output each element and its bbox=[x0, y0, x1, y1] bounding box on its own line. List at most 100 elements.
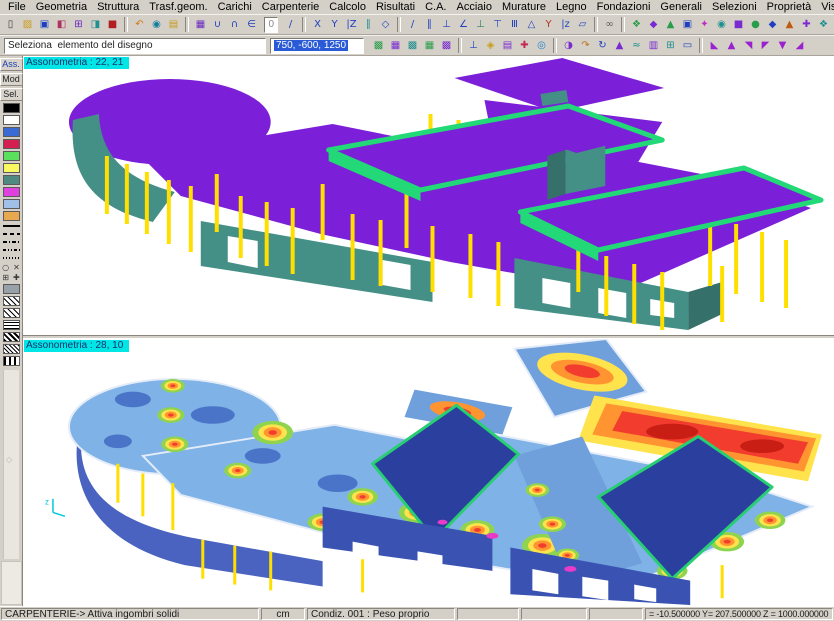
command-prompt-input[interactable] bbox=[4, 38, 266, 54]
shade-view-button[interactable]: ▦ bbox=[421, 38, 438, 54]
undo-button[interactable]: ↶ bbox=[131, 17, 148, 33]
menu-file[interactable]: File bbox=[3, 1, 31, 13]
clipboard-button[interactable]: ▤ bbox=[165, 17, 182, 33]
save-button[interactable]: ▣ bbox=[36, 17, 53, 33]
color-swatch-1[interactable] bbox=[3, 115, 20, 125]
menu-carichi[interactable]: Carichi bbox=[213, 1, 257, 13]
link-button[interactable]: ∞ bbox=[601, 17, 618, 33]
load-tool-icon-3[interactable]: ◥ bbox=[740, 38, 757, 54]
menu-visualizza[interactable]: Visualizza bbox=[816, 1, 834, 13]
menu-generali[interactable]: Generali bbox=[655, 1, 707, 13]
mesh-sphere-button[interactable]: ◉ bbox=[713, 17, 730, 33]
pattern-swatch-horiz[interactable] bbox=[3, 320, 20, 330]
menu-carpenterie[interactable]: Carpenterie bbox=[257, 1, 324, 13]
solid-view-button[interactable]: ▩ bbox=[370, 38, 387, 54]
load-tool-icon-2[interactable]: ▲ bbox=[723, 38, 740, 54]
snap-multiple-button[interactable]: Ⅲ bbox=[506, 17, 523, 33]
color-swatch-4[interactable] bbox=[3, 151, 20, 161]
solid-model-canvas[interactable] bbox=[23, 56, 834, 335]
sidebar-scroll-track[interactable]: ◇ bbox=[3, 370, 19, 559]
color-swatch-7[interactable] bbox=[3, 187, 20, 197]
pattern-swatch-cross[interactable] bbox=[3, 308, 20, 318]
line-style-dash[interactable] bbox=[3, 233, 20, 235]
pattern-swatch-solid[interactable] bbox=[3, 284, 20, 294]
snap-angle-button[interactable]: ∠ bbox=[455, 17, 472, 33]
coord-y-button[interactable]: Y bbox=[326, 17, 343, 33]
mesh-plus-button[interactable]: ✚ bbox=[798, 17, 815, 33]
member-button[interactable]: ∈ bbox=[243, 17, 260, 33]
mesh-point-button[interactable]: ● bbox=[747, 17, 764, 33]
mesh-diamond-button[interactable]: ◆ bbox=[764, 17, 781, 33]
menu-legno[interactable]: Legno bbox=[551, 1, 592, 13]
pattern-swatch-diamond[interactable] bbox=[3, 344, 20, 354]
pattern-swatch-zigzag[interactable] bbox=[3, 356, 20, 366]
rotate-redo-button[interactable]: ↷ bbox=[577, 38, 594, 54]
load-tool-icon-5[interactable]: ▼ bbox=[774, 38, 791, 54]
intersection-button[interactable]: ∩ bbox=[226, 17, 243, 33]
sidebar-tab-mod[interactable]: Mod bbox=[0, 73, 23, 86]
wire-view-button[interactable]: ▦ bbox=[387, 38, 404, 54]
load-tool-icon-6[interactable]: ◢ bbox=[791, 38, 808, 54]
open-folder-button[interactable]: ▨ bbox=[19, 17, 36, 33]
color-swatch-9[interactable] bbox=[3, 211, 20, 221]
render-view-button[interactable]: ◨ bbox=[87, 17, 104, 33]
texture-view-button[interactable]: ▩ bbox=[438, 38, 455, 54]
mesh-grid-button[interactable]: ▣ bbox=[679, 17, 696, 33]
grid-button[interactable]: ⊞ bbox=[662, 38, 679, 54]
mesh-tri-button[interactable]: ▲ bbox=[781, 17, 798, 33]
new-file-button[interactable]: ▯ bbox=[2, 17, 19, 33]
load-tool-icon-1[interactable]: ◣ bbox=[706, 38, 723, 54]
menu-geometria[interactable]: Geometria bbox=[31, 1, 92, 13]
color-swatch-3[interactable] bbox=[3, 139, 20, 149]
polygon-button[interactable]: ◇ bbox=[377, 17, 394, 33]
snap-delta-button[interactable]: △ bbox=[523, 17, 540, 33]
record-button[interactable]: ■ bbox=[104, 17, 121, 33]
coord-z-button[interactable]: |Z bbox=[343, 17, 360, 33]
menu-murature[interactable]: Murature bbox=[497, 1, 551, 13]
color-swatch-8[interactable] bbox=[3, 199, 20, 209]
line-style-dot[interactable] bbox=[3, 257, 20, 259]
color-swatch-5[interactable] bbox=[3, 163, 20, 173]
hidden-view-button[interactable]: ▩ bbox=[404, 38, 421, 54]
line-style-dashdot[interactable] bbox=[3, 241, 20, 243]
menu-calcolo[interactable]: Calcolo bbox=[324, 1, 371, 13]
sidebar-tab-ass[interactable]: Ass. bbox=[0, 58, 23, 71]
rotate-cw-button[interactable]: ↻ bbox=[594, 38, 611, 54]
mesh-node-button[interactable]: ❖ bbox=[628, 17, 645, 33]
delete-tool-icon[interactable]: ✕ bbox=[13, 263, 20, 272]
extents-button[interactable]: ▭ bbox=[679, 38, 696, 54]
menu-fondazioni[interactable]: Fondazioni bbox=[592, 1, 656, 13]
menu-struttura[interactable]: Struttura bbox=[92, 1, 144, 13]
mesh-edit-button[interactable]: ◆ bbox=[645, 17, 662, 33]
mesh-check-button[interactable]: ❖ bbox=[815, 17, 832, 33]
line-style-solid[interactable] bbox=[3, 225, 20, 227]
color-swatch-0[interactable] bbox=[3, 103, 20, 113]
snap-parallel-button[interactable]: ∥ bbox=[421, 17, 438, 33]
menu-c-a[interactable]: C.A. bbox=[420, 1, 451, 13]
mesh-add-button[interactable]: ▲ bbox=[662, 17, 679, 33]
snap-region-button[interactable]: ▱ bbox=[574, 17, 591, 33]
view-capture-button[interactable]: ◧ bbox=[53, 17, 70, 33]
snap-perpendicular-button[interactable]: ⊥ bbox=[438, 17, 455, 33]
line-style-dashdotdot[interactable] bbox=[3, 249, 20, 251]
load-tool-icon-4[interactable]: ◤ bbox=[757, 38, 774, 54]
menu-trasf-geom[interactable]: Trasf.geom. bbox=[144, 1, 212, 13]
target-button[interactable]: ◎ bbox=[533, 38, 550, 54]
circle-tool-icon[interactable]: ○ bbox=[2, 263, 9, 272]
windows-layout-button[interactable]: ▦ bbox=[192, 17, 209, 33]
pattern-swatch-dense[interactable] bbox=[3, 332, 20, 342]
snap-base-button[interactable]: ⊥ bbox=[472, 17, 489, 33]
menu-acciaio[interactable]: Acciaio bbox=[452, 1, 497, 13]
angle-input[interactable]: 0 bbox=[264, 17, 278, 33]
pan-button[interactable]: ▲ bbox=[611, 38, 628, 54]
menu-propriet[interactable]: Proprietà bbox=[762, 1, 817, 13]
section-button[interactable]: ▥ bbox=[645, 38, 662, 54]
parallel-button[interactable]: ∥ bbox=[360, 17, 377, 33]
color-swatch-6[interactable] bbox=[3, 175, 20, 185]
snap-z-button[interactable]: |z bbox=[557, 17, 574, 33]
contour-model-canvas[interactable]: z bbox=[23, 339, 834, 606]
axis-button[interactable]: ⊥ bbox=[465, 38, 482, 54]
viewport-contour[interactable]: Assonometria : 28, 10 bbox=[23, 339, 834, 606]
menu-selezioni[interactable]: Selezioni bbox=[707, 1, 762, 13]
pattern-swatch-diag[interactable] bbox=[3, 296, 20, 306]
